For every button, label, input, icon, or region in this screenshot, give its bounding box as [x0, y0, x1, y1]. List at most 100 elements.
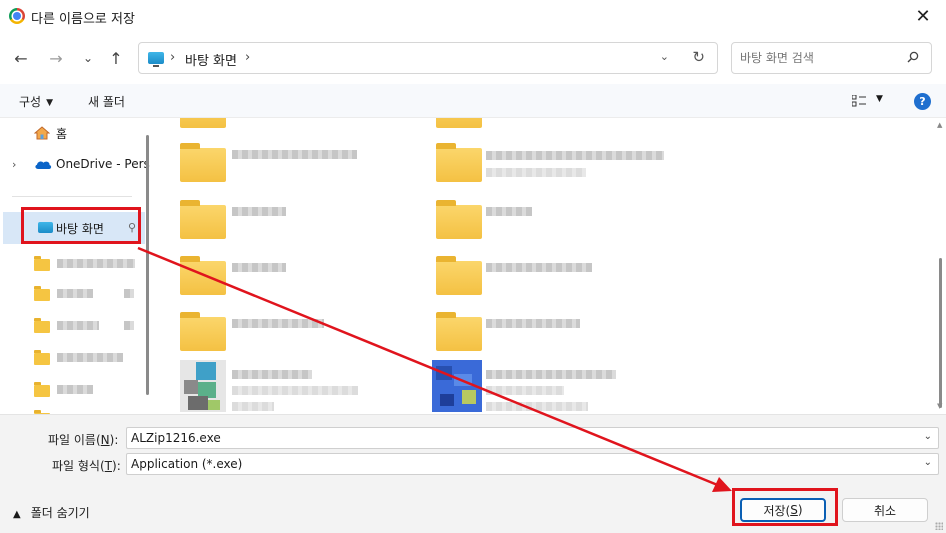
chevron-down-icon[interactable]: ⌄ [660, 50, 669, 63]
close-button[interactable]: ✕ [900, 0, 946, 32]
blurred-filename [486, 386, 564, 395]
refresh-icon[interactable]: ↻ [692, 48, 705, 66]
blurred-filename [486, 319, 580, 328]
path-separator: › [170, 50, 176, 65]
sidebar-item-label: OneDrive - Pers [56, 157, 150, 171]
scrollbar-thumb[interactable] [939, 258, 942, 408]
breadcrumb-desktop[interactable]: 바탕 화면 [185, 50, 237, 69]
file-list-scrollbar[interactable]: ▲ ▼ [935, 118, 946, 414]
folder-icon[interactable] [180, 143, 226, 182]
blurred-filename [486, 207, 532, 216]
help-icon[interactable]: ? [914, 93, 931, 110]
folder-icon [34, 286, 50, 301]
list-item[interactable] [0, 310, 145, 340]
command-bar: 구성 ▼ 새 폴더 ▼ ? [0, 84, 946, 118]
blurred-filename [232, 319, 324, 328]
folder-icon [34, 350, 50, 365]
sidebar-item-onedrive[interactable]: › OneDrive - Pers [0, 149, 150, 179]
divider [12, 196, 132, 197]
folder-icon [34, 318, 50, 333]
search-input[interactable] [740, 49, 900, 67]
home-icon [34, 126, 50, 140]
folder-icon [34, 382, 50, 397]
chrome-icon [9, 8, 25, 24]
folder-icon[interactable] [436, 143, 482, 182]
navigation-bar: ← → ⌄ ↑ › 바탕 화면 › ⌄ ↻ [0, 32, 946, 84]
blurred-filename [486, 151, 664, 160]
file-list [160, 118, 930, 414]
view-options-icon[interactable] [852, 95, 866, 107]
blurred-label [124, 321, 134, 330]
list-item[interactable] [0, 404, 145, 414]
desktop-icon [38, 222, 53, 233]
image-thumbnail-icon[interactable] [180, 360, 226, 412]
forward-button[interactable]: → [44, 46, 68, 70]
blurred-filename [486, 370, 616, 379]
folder-icon[interactable] [436, 118, 482, 128]
blurred-filename [486, 168, 586, 177]
hide-folders-button[interactable]: ▲ 폴더 숨기기 [13, 504, 90, 521]
sidebar-item-desktop[interactable]: 바탕 화면 ⚲ [3, 212, 145, 244]
chevron-down-icon[interactable]: ⌄ [924, 431, 932, 442]
cancel-button[interactable]: 취소 [842, 498, 928, 522]
desktop-icon [148, 52, 164, 67]
organize-menu[interactable]: 구성 ▼ [19, 93, 53, 110]
folder-icon[interactable] [436, 200, 482, 239]
search-box[interactable] [731, 42, 932, 74]
navigation-pane: 홈 › OneDrive - Pers 바탕 화면 ⚲ [0, 118, 151, 414]
list-item[interactable] [0, 278, 145, 308]
search-icon[interactable] [907, 51, 919, 63]
caret-down-icon[interactable]: ▼ [876, 94, 883, 104]
resize-grip-icon[interactable] [935, 522, 943, 530]
save-button[interactable]: 저장(S) [740, 498, 826, 522]
blurred-label [124, 289, 134, 298]
folder-icon[interactable] [180, 200, 226, 239]
filename-field[interactable]: ALZip1216.exe ⌄ [126, 427, 939, 449]
new-folder-button[interactable]: 새 폴더 [88, 93, 125, 110]
path-separator[interactable]: › [245, 50, 250, 65]
chevron-down-icon[interactable]: ⌄ [924, 457, 932, 468]
blurred-filename [486, 402, 588, 411]
sidebar-item-home[interactable]: 홈 [0, 118, 145, 148]
save-form: 파일 이름(N): ALZip1216.exe ⌄ 파일 형식(T): Appl… [0, 414, 946, 533]
scroll-down-icon[interactable]: ▼ [937, 402, 942, 410]
filename-label: 파일 이름(N): [48, 433, 119, 447]
blurred-filename [232, 402, 274, 411]
recent-locations-button[interactable]: ⌄ [76, 46, 100, 70]
sidebar-item-label: 바탕 화면 [56, 221, 104, 236]
folder-icon[interactable] [180, 118, 226, 128]
filetype-label: 파일 형식(T): [52, 459, 121, 473]
list-item[interactable] [0, 342, 145, 372]
blurred-label [57, 321, 99, 330]
list-item[interactable] [0, 248, 145, 278]
list-item[interactable] [0, 374, 145, 404]
folder-icon[interactable] [180, 256, 226, 295]
address-bar[interactable]: › 바탕 화면 › ⌄ ↻ [138, 42, 718, 74]
caret-down-icon: ▼ [46, 98, 54, 108]
window-title: 다른 이름으로 저장 [31, 12, 135, 27]
blurred-filename [486, 263, 592, 272]
blurred-filename [232, 150, 357, 159]
blurred-label [57, 259, 135, 268]
folder-icon[interactable] [436, 256, 482, 295]
blurred-filename [232, 386, 358, 395]
chevron-up-icon: ▲ [13, 509, 21, 520]
navigation-pane-scrollbar[interactable] [146, 135, 149, 395]
blurred-filename [232, 370, 312, 379]
up-button[interactable]: ↑ [104, 46, 128, 70]
back-button[interactable]: ← [9, 46, 33, 70]
image-thumbnail-icon[interactable] [432, 360, 482, 412]
blurred-label [57, 353, 123, 362]
onedrive-cloud-icon [35, 161, 52, 169]
pin-icon[interactable]: ⚲ [128, 221, 136, 234]
sidebar-item-label: 홈 [56, 126, 68, 141]
folder-icon[interactable] [180, 312, 226, 351]
filename-value[interactable]: ALZip1216.exe [131, 431, 221, 445]
chevron-right-icon[interactable]: › [12, 158, 16, 171]
folder-icon[interactable] [436, 312, 482, 351]
blurred-filename [232, 207, 286, 216]
blurred-label [57, 289, 93, 298]
filetype-value[interactable]: Application (*.exe) [131, 457, 242, 471]
scroll-up-icon[interactable]: ▲ [937, 121, 942, 129]
filetype-select[interactable]: Application (*.exe) ⌄ [126, 453, 939, 475]
